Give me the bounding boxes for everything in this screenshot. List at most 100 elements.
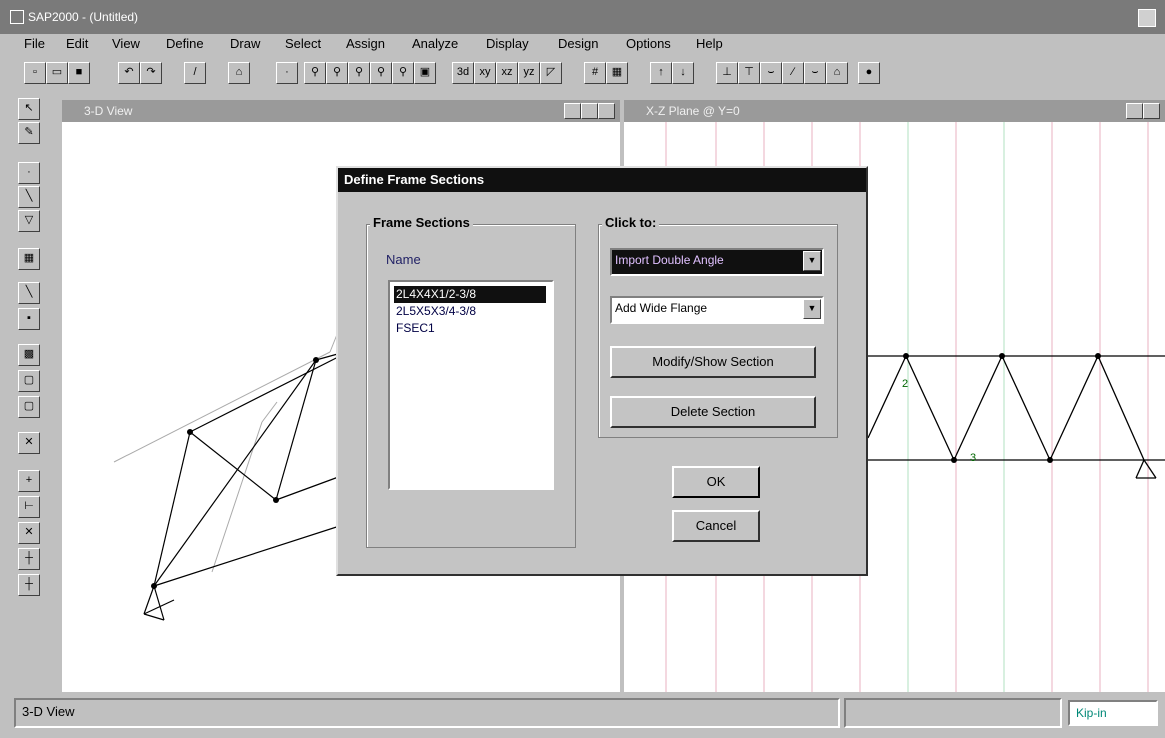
left-window-title-bar: 3-D View bbox=[62, 100, 620, 122]
save-icon[interactable]: ■ bbox=[68, 62, 90, 84]
snap-intersection-icon[interactable]: ✕ bbox=[18, 522, 40, 544]
previous-icon[interactable]: ▢ bbox=[18, 370, 40, 392]
frame-sections-label: Frame Sections bbox=[370, 215, 473, 230]
grid-icon[interactable]: # bbox=[584, 62, 606, 84]
moment-icon[interactable]: ⌣ bbox=[804, 62, 826, 84]
add-section-combo[interactable]: Add Wide Flange ▼ bbox=[610, 296, 824, 324]
right-window-minimize-button[interactable] bbox=[1126, 103, 1143, 119]
define-frame-sections-dialog: Define Frame Sections Frame Sections Nam… bbox=[336, 166, 868, 576]
lock-icon[interactable]: ⌂ bbox=[228, 62, 250, 84]
status-text: 3-D View bbox=[22, 704, 75, 719]
joint-label-2: 2 bbox=[902, 378, 909, 390]
snap-line-icon[interactable]: ┼ bbox=[18, 574, 40, 596]
load-icon[interactable]: ⌣ bbox=[760, 62, 782, 84]
menu-display[interactable]: Display bbox=[486, 36, 529, 51]
clear-icon[interactable]: ▢ bbox=[18, 396, 40, 418]
ok-button[interactable]: OK bbox=[672, 466, 760, 498]
up-icon[interactable]: ↑ bbox=[650, 62, 672, 84]
intersect-icon[interactable]: ✕ bbox=[18, 432, 40, 454]
draw-line-icon[interactable]: ╲ bbox=[18, 282, 40, 304]
perspective-icon[interactable]: ◸ bbox=[540, 62, 562, 84]
left-window-close-button[interactable] bbox=[598, 103, 615, 119]
pencil-icon[interactable]: / bbox=[184, 62, 206, 84]
frame-icon[interactable]: ⊥ bbox=[716, 62, 738, 84]
view-3d-icon[interactable]: 3d bbox=[452, 62, 474, 84]
window-restore-button[interactable] bbox=[1138, 9, 1156, 27]
draw-toolbar: ↖ ✎ · ╲ ▽ ▦ ╲ ▪ ▩ ▢ ▢ ✕ + ⊢ ✕ ┼ ┼ bbox=[8, 98, 48, 688]
joint-label-3: 3 bbox=[970, 452, 977, 464]
open-icon[interactable]: ▭ bbox=[46, 62, 68, 84]
menu-edit[interactable]: Edit bbox=[66, 36, 88, 51]
rubberband-icon[interactable]: ✎ bbox=[18, 122, 40, 144]
section-item-2[interactable]: 2L5X5X3/4-3/8 bbox=[394, 303, 546, 320]
menu-select[interactable]: Select bbox=[285, 36, 321, 51]
zoom-full-icon[interactable]: ⚲ bbox=[392, 62, 414, 84]
new-icon[interactable]: ▫ bbox=[24, 62, 46, 84]
snap-perpendicular-icon[interactable]: ┼ bbox=[18, 548, 40, 570]
menu-bar: File Edit View Define Draw Select Assign… bbox=[0, 34, 1165, 56]
select-pointer-icon[interactable]: ↖ bbox=[18, 98, 40, 120]
sections-list[interactable]: 2L4X4X1/2-3/8 2L5X5X3/4-3/8 FSEC1 bbox=[388, 280, 554, 490]
draw-support-icon[interactable]: ▽ bbox=[18, 210, 40, 232]
refresh-icon[interactable]: ▣ bbox=[414, 62, 436, 84]
menu-options[interactable]: Options bbox=[626, 36, 671, 51]
right-window-title: X-Z Plane @ Y=0 bbox=[646, 104, 740, 118]
menu-draw[interactable]: Draw bbox=[230, 36, 260, 51]
menu-assign[interactable]: Assign bbox=[346, 36, 385, 51]
status-panel bbox=[14, 698, 840, 728]
menu-view[interactable]: View bbox=[112, 36, 140, 51]
redo-icon[interactable]: ↷ bbox=[140, 62, 162, 84]
app-title-bar bbox=[0, 0, 1165, 34]
status-panel-2 bbox=[844, 698, 1062, 728]
section-icon[interactable]: ⊤ bbox=[738, 62, 760, 84]
dialog-title: Define Frame Sections bbox=[338, 168, 866, 192]
app-icon[interactable] bbox=[10, 10, 24, 24]
right-window-maximize-button[interactable] bbox=[1143, 103, 1160, 119]
view-xy-icon[interactable]: xy bbox=[474, 62, 496, 84]
menu-define[interactable]: Define bbox=[166, 36, 204, 51]
modify-show-section-button[interactable]: Modify/Show Section bbox=[610, 346, 816, 378]
down-icon[interactable]: ↓ bbox=[672, 62, 694, 84]
section-item-1[interactable]: 2L4X4X1/2-3/8 bbox=[394, 286, 546, 303]
draw-area-icon[interactable]: ▦ bbox=[18, 248, 40, 270]
shear-icon[interactable]: ⌂ bbox=[826, 62, 848, 84]
units-select[interactable]: Kip-in bbox=[1068, 700, 1158, 726]
menu-analyze[interactable]: Analyze bbox=[412, 36, 458, 51]
import-combo-value: Import Double Angle bbox=[615, 253, 724, 267]
add-combo-value: Add Wide Flange bbox=[615, 301, 708, 315]
zoom-in-icon[interactable]: ⚲ bbox=[326, 62, 348, 84]
view-yz-icon[interactable]: yz bbox=[518, 62, 540, 84]
run-icon[interactable]: ● bbox=[858, 62, 880, 84]
section-item-3[interactable]: FSEC1 bbox=[394, 320, 546, 337]
snap-midpoint-icon[interactable]: ⊢ bbox=[18, 496, 40, 518]
cancel-button[interactable]: Cancel bbox=[672, 510, 760, 542]
name-label: Name bbox=[386, 252, 421, 267]
undo-icon[interactable]: ↶ bbox=[118, 62, 140, 84]
menu-design[interactable]: Design bbox=[558, 36, 598, 51]
menu-help[interactable]: Help bbox=[696, 36, 723, 51]
zoom-window-icon[interactable]: ⚲ bbox=[304, 62, 326, 84]
left-window-minimize-button[interactable] bbox=[564, 103, 581, 119]
pointer-icon[interactable]: · bbox=[276, 62, 298, 84]
select-all-icon[interactable]: ▩ bbox=[18, 344, 40, 366]
import-section-combo[interactable]: Import Double Angle ▼ bbox=[610, 248, 824, 276]
main-toolbar: ▫ ▭ ■ ↶ ↷ / ⌂ · ⚲ ⚲ ⚲ ⚲ ⚲ ▣ 3d xy xz yz … bbox=[0, 58, 1165, 92]
zoom-prev-icon[interactable]: ⚲ bbox=[370, 62, 392, 84]
chevron-down-icon[interactable]: ▼ bbox=[803, 251, 821, 271]
snap-joint-icon[interactable]: + bbox=[18, 470, 40, 492]
left-window-maximize-button[interactable] bbox=[581, 103, 598, 119]
menu-file[interactable]: File bbox=[24, 36, 45, 51]
draw-frame-icon[interactable]: ╲ bbox=[18, 186, 40, 208]
draw-joint-icon[interactable]: · bbox=[18, 162, 40, 184]
view-xz-icon[interactable]: xz bbox=[496, 62, 518, 84]
chevron-down-icon[interactable]: ▼ bbox=[803, 299, 821, 319]
add-joint-icon[interactable]: ▪ bbox=[18, 308, 40, 330]
app-title: SAP2000 - (Untitled) bbox=[28, 10, 139, 24]
left-window-title: 3-D View bbox=[84, 104, 133, 118]
right-window-title-bar: X-Z Plane @ Y=0 bbox=[624, 100, 1165, 122]
delete-section-button[interactable]: Delete Section bbox=[610, 396, 816, 428]
deform-icon[interactable]: ∕ bbox=[782, 62, 804, 84]
display-icon[interactable]: ▦ bbox=[606, 62, 628, 84]
click-to-label: Click to: bbox=[602, 215, 660, 230]
zoom-out-icon[interactable]: ⚲ bbox=[348, 62, 370, 84]
